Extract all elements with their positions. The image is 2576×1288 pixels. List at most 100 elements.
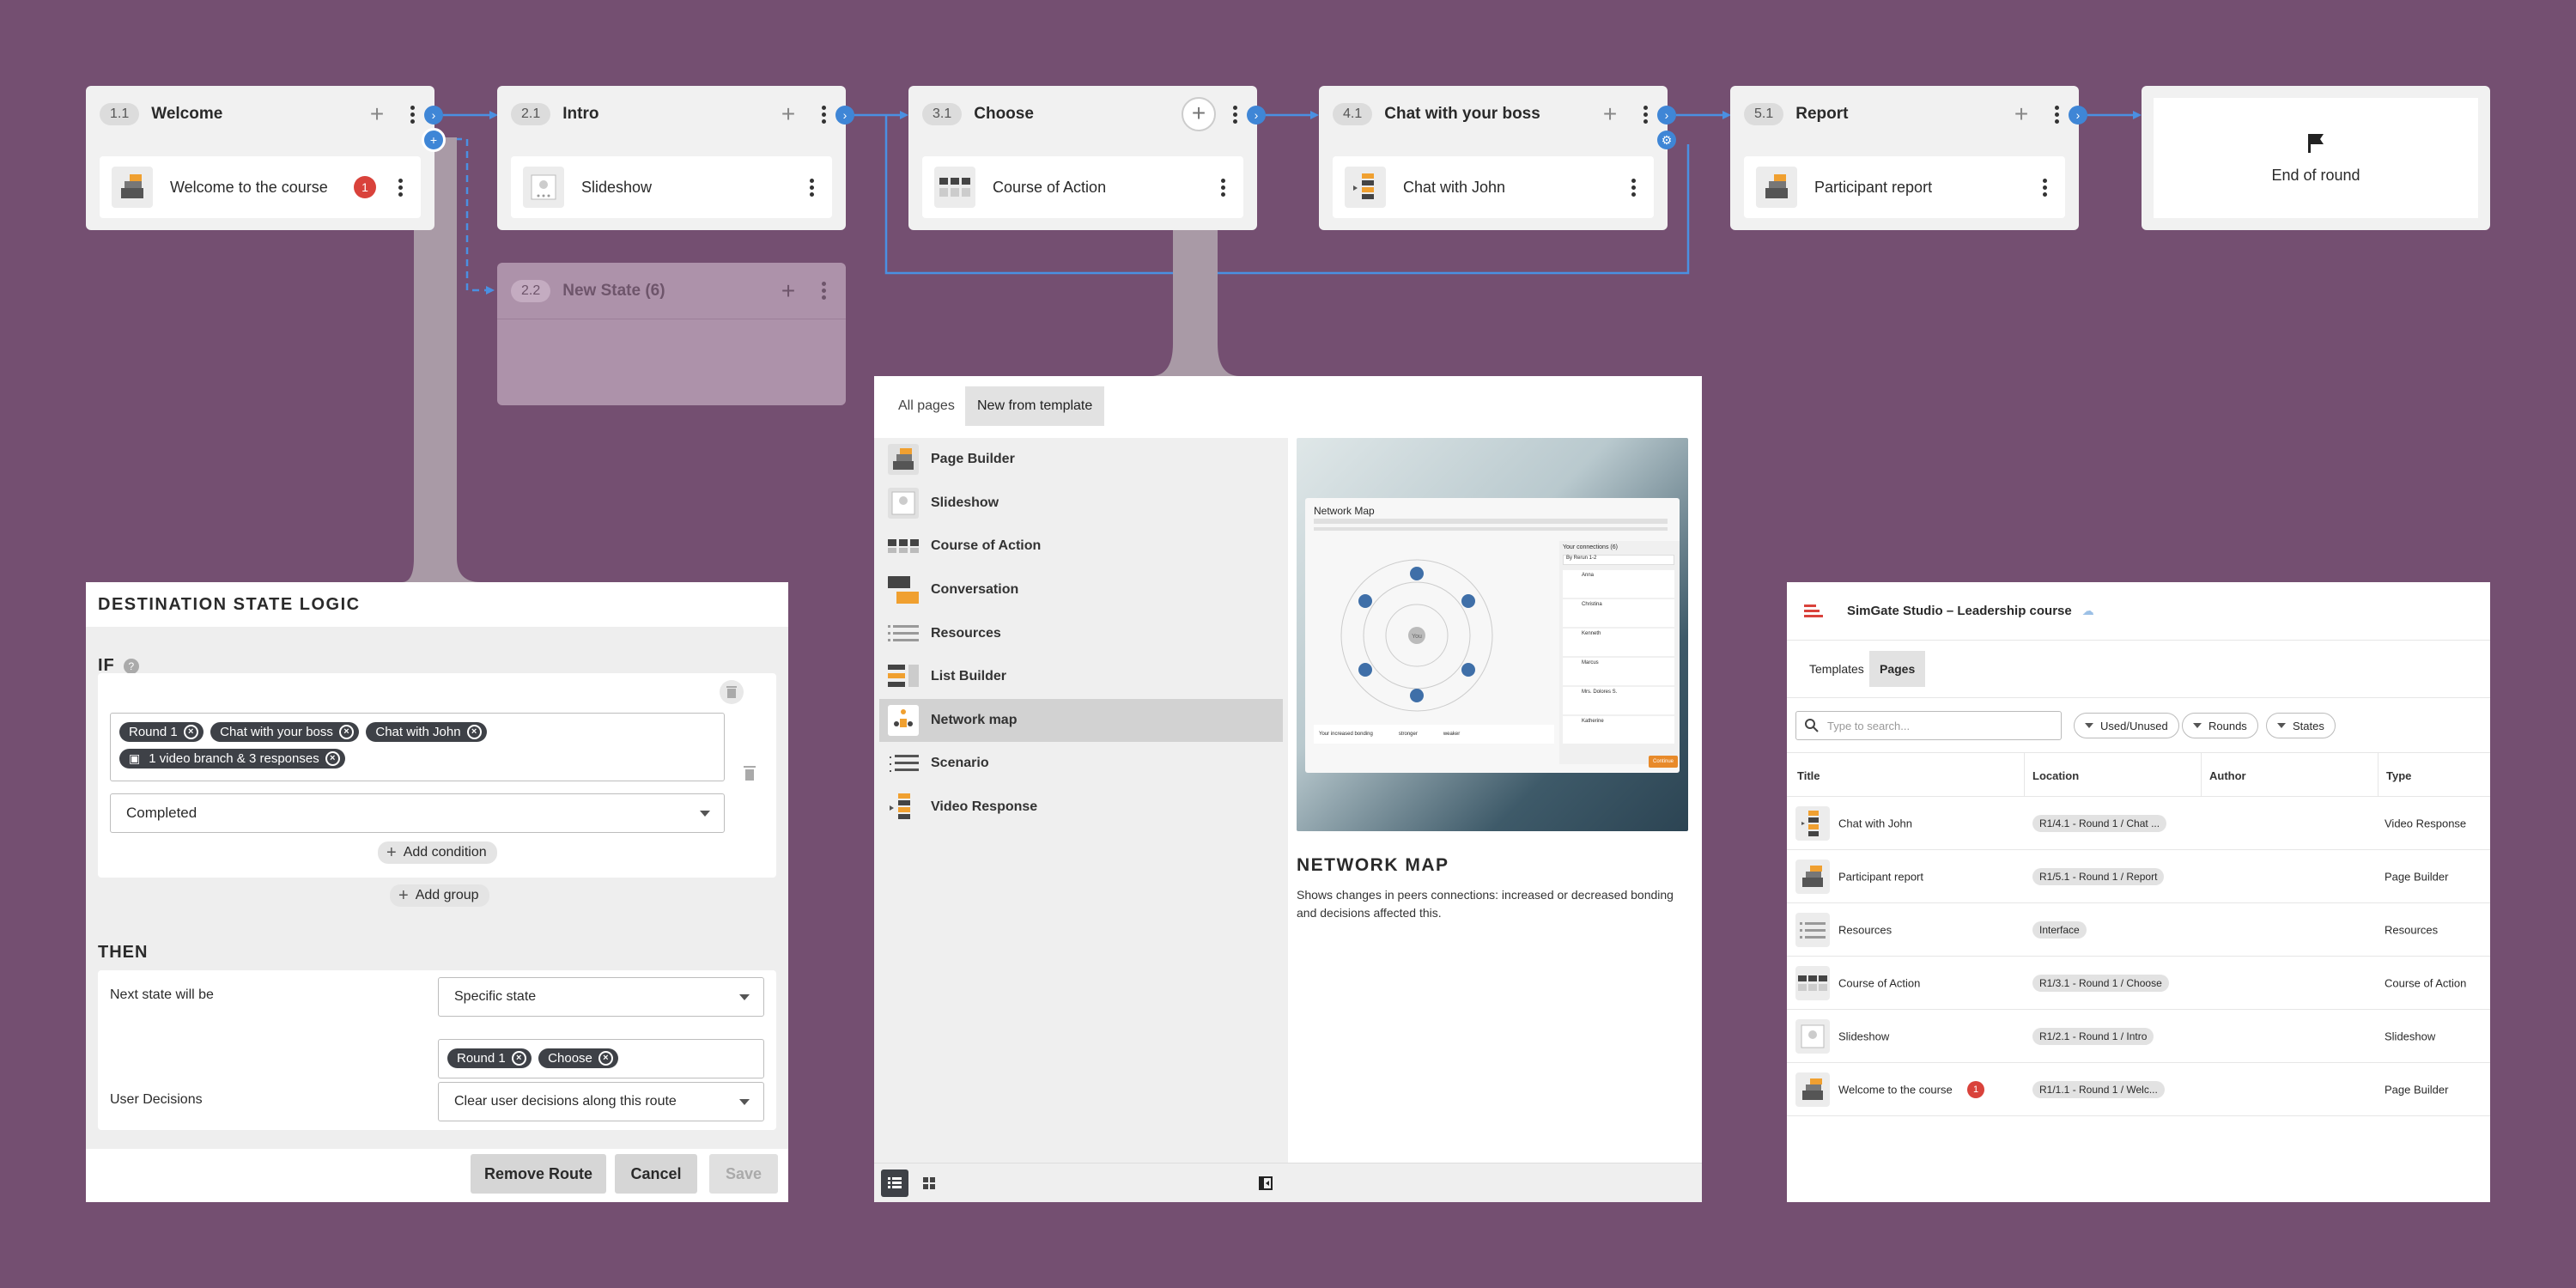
list-builder-icon [888, 661, 919, 692]
table-row[interactable]: Participant report R1/5.1 - Round 1 / Re… [1787, 850, 2490, 903]
preview-continue-button: Continue [1649, 756, 1678, 768]
end-of-round-card[interactable]: End of round [2142, 86, 2490, 230]
template-item-list-builder[interactable]: List Builder [874, 655, 1288, 699]
add-page-button[interactable]: + [364, 102, 390, 126]
template-item-scenario[interactable]: Scenario [874, 742, 1288, 786]
gear-icon[interactable]: ⚙ [1657, 131, 1676, 149]
add-page-button-active[interactable]: + [1182, 97, 1216, 131]
state-menu-icon[interactable] [404, 105, 421, 124]
state-menu-icon[interactable] [815, 105, 832, 124]
condition-chip[interactable]: Round 1 × [119, 722, 204, 742]
state-card-choose[interactable]: 3.1 Choose + Course of Action [908, 86, 1257, 230]
state-menu-icon[interactable] [1637, 105, 1654, 124]
table-row[interactable]: Resources Interface Resources [1787, 903, 2490, 957]
table-row[interactable]: Course of Action R1/3.1 - Round 1 / Choo… [1787, 957, 2490, 1010]
slideshow-icon [888, 487, 919, 519]
state-card-intro[interactable]: 2.1 Intro + Slideshow [497, 86, 846, 230]
page-menu-icon[interactable] [1214, 178, 1231, 197]
template-item-resources[interactable]: Resources [874, 611, 1288, 655]
page-row[interactable]: Course of Action [922, 156, 1243, 218]
save-button[interactable]: Save [709, 1154, 778, 1194]
template-list: Page Builder Slideshow Course of Action … [874, 438, 1288, 1163]
user-decisions-select[interactable]: Clear user decisions along this route [438, 1082, 764, 1121]
page-row[interactable]: Participant report [1744, 156, 2065, 218]
state-title: Choose [974, 105, 1034, 123]
delete-condition-icon[interactable] [744, 766, 756, 786]
course-of-action-icon [1795, 965, 1830, 1000]
delete-group-icon[interactable] [720, 680, 744, 704]
target-chip[interactable]: Choose × [538, 1048, 618, 1068]
table-row[interactable]: Welcome to the course 1 R1/1.1 - Round 1… [1787, 1063, 2490, 1116]
add-route-icon[interactable]: + [422, 128, 446, 152]
add-page-button[interactable]: + [775, 102, 801, 126]
tab-new-from-template[interactable]: New from template [965, 386, 1105, 426]
list-view-icon[interactable] [881, 1170, 908, 1197]
connector-arrow-icon[interactable]: › [424, 106, 443, 125]
help-icon[interactable]: ? [123, 658, 139, 674]
search-input[interactable]: Type to search... [1795, 711, 2062, 740]
cancel-button[interactable]: Cancel [615, 1154, 697, 1194]
new-state-card[interactable]: 2.2 New State (6) + [497, 263, 846, 405]
add-condition-button[interactable]: + Add condition [378, 841, 497, 864]
add-page-button[interactable]: + [775, 278, 801, 303]
state-number: 2.2 [511, 279, 551, 302]
table-row[interactable]: Slideshow R1/2.1 - Round 1 / Intro Slide… [1787, 1010, 2490, 1063]
page-menu-icon[interactable] [803, 178, 820, 197]
filter-used-unused[interactable]: Used/Unused [2074, 713, 2179, 738]
grid-view-icon[interactable] [915, 1170, 943, 1197]
filter-rounds[interactable]: Rounds [2182, 713, 2258, 738]
connector-arrow-icon[interactable]: › [1657, 106, 1676, 125]
state-card-welcome[interactable]: 1.1 Welcome + Welcome to the course 1 [86, 86, 434, 230]
tab-all-pages[interactable]: All pages [886, 386, 967, 426]
collapse-panel-icon[interactable] [1252, 1170, 1279, 1197]
next-state-select[interactable]: Specific state [438, 977, 764, 1017]
page-menu-icon[interactable] [2036, 178, 2053, 197]
add-page-button[interactable]: + [2008, 102, 2034, 126]
template-item-network-map[interactable]: Network map [879, 698, 1283, 743]
add-page-button[interactable]: + [1597, 102, 1623, 126]
state-menu-icon[interactable] [2048, 105, 2065, 124]
connector-arrow-icon[interactable]: › [2069, 106, 2087, 125]
state-title: Welcome [151, 105, 223, 123]
state-menu-icon[interactable] [815, 282, 832, 300]
remove-chip-icon: × [466, 725, 482, 739]
page-row[interactable]: Chat with John [1333, 156, 1654, 218]
state-card-report[interactable]: 5.1 Report + Participant report [1730, 86, 2079, 230]
state-number: 4.1 [1333, 103, 1373, 125]
tab-templates[interactable]: Templates [1799, 651, 1874, 687]
template-item-slideshow[interactable]: Slideshow [874, 482, 1288, 526]
remove-route-button[interactable]: Remove Route [471, 1154, 606, 1194]
state-card-chat[interactable]: 4.1 Chat with your boss + Chat with John [1319, 86, 1668, 230]
table-row[interactable]: Chat with John R1/4.1 - Round 1 / Chat .… [1787, 797, 2490, 850]
condition-chip[interactable]: Chat with your boss × [210, 722, 359, 742]
page-menu-icon[interactable] [392, 178, 409, 197]
condition-chips-input[interactable]: Round 1 × Chat with your boss × Chat with … [110, 713, 725, 781]
target-chip[interactable]: Round 1 × [447, 1048, 532, 1068]
state-title: Chat with your boss [1384, 105, 1540, 123]
template-item-conversation[interactable]: Conversation [874, 568, 1288, 612]
condition-chip[interactable]: Chat with John × [366, 722, 487, 742]
page-title: Participant report [1814, 178, 1933, 196]
add-group-button[interactable]: + Add group [390, 884, 489, 907]
page-row[interactable]: Slideshow [511, 156, 832, 218]
connector-arrow-icon[interactable]: › [1247, 106, 1266, 125]
resources-icon [888, 618, 919, 649]
template-item-video-response[interactable]: Video Response [874, 786, 1288, 829]
slideshow-icon [1795, 1018, 1830, 1054]
template-description: Shows changes in peers connections: incr… [1297, 888, 1674, 920]
preview-side-title: Your connections (6) [1563, 544, 1618, 550]
tab-pages[interactable]: Pages [1869, 651, 1926, 687]
state-number: 3.1 [922, 103, 963, 125]
state-menu-icon[interactable] [1226, 105, 1243, 124]
template-item-page-builder[interactable]: Page Builder [874, 438, 1288, 482]
preview-center-label: You [1412, 634, 1422, 640]
template-item-course-of-action[interactable]: Course of Action [874, 525, 1288, 568]
filter-states[interactable]: States [2266, 713, 2336, 738]
target-state-input[interactable]: Round 1 × Choose × [438, 1039, 764, 1078]
condition-chip[interactable]: ▣ 1 video branch & 3 responses × [119, 749, 345, 769]
page-menu-icon[interactable] [1625, 178, 1642, 197]
condition-status-select[interactable]: Completed [110, 793, 725, 833]
page-row[interactable]: Welcome to the course 1 [100, 156, 421, 218]
page-title: Slideshow [581, 178, 653, 196]
connector-arrow-icon[interactable]: › [835, 106, 854, 125]
